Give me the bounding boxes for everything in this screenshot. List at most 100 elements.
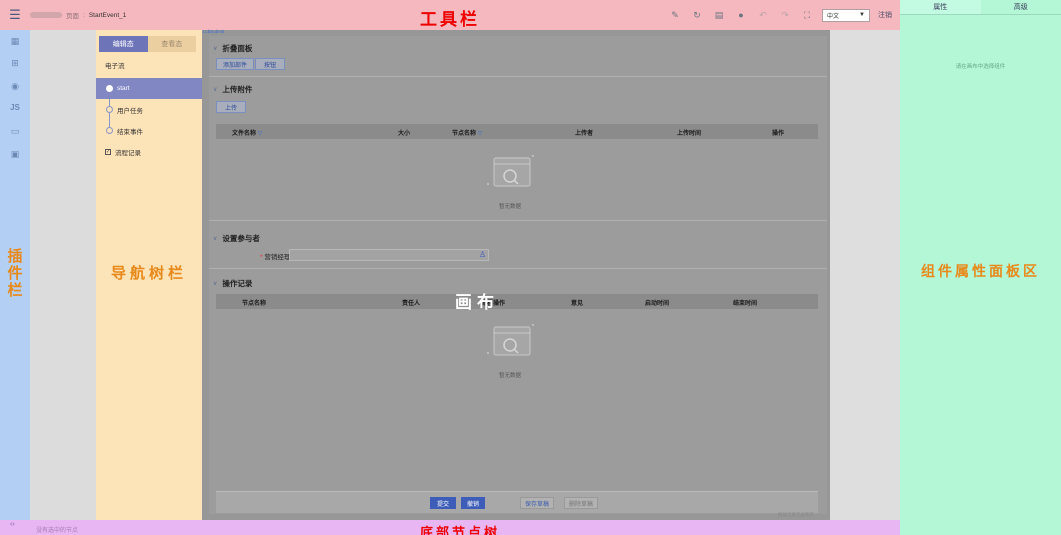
component-icon[interactable]: ▦: [0, 36, 30, 47]
undo-icon[interactable]: ↶: [756, 10, 770, 21]
col-opinion: 意见: [571, 301, 584, 307]
empty-box-icon: [487, 324, 534, 356]
tab-properties[interactable]: 属性: [900, 0, 981, 14]
col-start-time: 启动时间: [645, 301, 670, 307]
checkbox-icon: ✓: [105, 149, 111, 155]
divider: [209, 220, 827, 221]
plugin-bar-title-1: 插: [7, 248, 23, 265]
user-icon[interactable]: ♙: [479, 250, 486, 259]
filter-icon: ▽: [257, 131, 263, 137]
menu-icon[interactable]: ☰: [0, 7, 30, 23]
node-label: 用户任务: [117, 107, 143, 115]
col-file-name[interactable]: 文件名称 ▽: [232, 128, 262, 137]
records-header[interactable]: ∨ 操作记录: [213, 278, 252, 289]
save-draft-button[interactable]: 保存草稿: [520, 497, 554, 509]
drag-hint: 拖放元素至画布内: [778, 512, 814, 517]
app-name-blurred: [30, 12, 62, 18]
node-label: 结束事件: [117, 128, 143, 136]
js-plugin-button[interactable]: JS: [0, 103, 30, 112]
col-actions: 操作: [772, 131, 785, 137]
empty-text: 暂无数据: [498, 373, 521, 379]
redo-icon[interactable]: ↷: [778, 10, 792, 21]
language-value: 中文: [827, 13, 840, 20]
tab-edit-mode[interactable]: 编辑态: [99, 36, 148, 52]
process-record-item[interactable]: ✓ 流程记录: [105, 147, 141, 157]
properties-hint: 请在画布中选择组件: [955, 64, 1006, 70]
upload-button[interactable]: 上传: [216, 101, 246, 113]
divider: [209, 76, 827, 77]
app-root: ☰ 页面 : StartEvent_1 工具栏 ✎ ↻ ▤ ● ↶ ↷ ⛶ 中文…: [0, 0, 1061, 535]
col-node-name[interactable]: 节点名称 ▽: [452, 128, 482, 137]
col-size: 大小: [398, 131, 411, 137]
empty-box-icon: [487, 155, 534, 187]
toolbar: ☰ 页面 : StartEvent_1 工具栏 ✎ ↻ ▤ ● ↶ ↷ ⛶ 中文…: [0, 0, 900, 30]
language-select[interactable]: 中文 ▼: [822, 8, 870, 22]
col-owner: 责任人: [402, 301, 421, 307]
data-source-icon[interactable]: ◉: [0, 81, 30, 92]
template-icon[interactable]: ▣: [0, 149, 30, 160]
properties-panel: 属性 高级 请在画布中选择组件 组件属性面板区: [900, 0, 1061, 535]
col-upload-time: 上传时间: [677, 131, 702, 137]
breadcrumb-current: StartEvent_1: [88, 11, 127, 19]
settings-icon[interactable]: ●: [734, 10, 748, 20]
nav-tree-title: 导航树栏: [110, 265, 187, 282]
revoke-button[interactable]: 撤销: [461, 497, 485, 509]
breadcrumb-separator: :: [83, 11, 85, 19]
submit-button[interactable]: 提交: [430, 497, 456, 509]
add-part-button[interactable]: 添加部件: [216, 58, 254, 70]
upload-header[interactable]: ∨ 上传附件: [213, 84, 252, 95]
fold-panel-title: 折叠面板: [222, 44, 253, 53]
records-empty-state: 暂无数据: [480, 319, 540, 379]
node-list: start 用户任务 结束事件: [96, 78, 202, 141]
canvas-content[interactable]: ∨ 折叠面板 添加部件 按钮 ∨ 上传附件 上传 文件名称 ▽ 大小 节点名称 …: [209, 36, 827, 514]
records-table-header: 节点名称 责任人 流程操作 意见 启动时间 结束时间: [216, 294, 818, 309]
right-gutter: [830, 30, 900, 520]
nav-tabs: 编辑态 查看态: [99, 36, 196, 52]
bottom-tree-title: 底部节点树: [420, 525, 501, 535]
canvas-title: 画布: [455, 293, 499, 312]
code-icon[interactable]: ‹›: [10, 521, 15, 528]
fullscreen-icon[interactable]: ⛶: [800, 10, 814, 21]
plugin-bar: ▦ ⊞ ◉ JS ▭ ▣ 插 件 栏: [0, 30, 30, 520]
canvas-footer: 提交 撤销 保存草稿 删除草稿: [216, 491, 818, 513]
fold-panel-header[interactable]: ∨ 折叠面板: [213, 43, 252, 54]
toolbar-actions: ✎ ↻ ▤ ● ↶ ↷ ⛶ 中文 ▼ 注销: [668, 0, 892, 30]
refresh-icon[interactable]: ↻: [690, 10, 704, 21]
logout-link[interactable]: 注销: [878, 10, 892, 20]
node-user-task[interactable]: 用户任务: [96, 99, 202, 120]
tab-view-mode[interactable]: 查看态: [147, 36, 196, 52]
brush-icon[interactable]: ✎: [668, 10, 682, 21]
col-uploader: 上传者: [575, 131, 594, 137]
upload-empty-state: 暂无数据: [480, 150, 540, 210]
node-dot-icon: [106, 85, 113, 92]
records-title: 操作记录: [222, 279, 253, 288]
node-label: start: [117, 85, 130, 92]
col-node-name: 节点名称: [242, 301, 267, 307]
bottom-node-tree: ‹› 没有选中的节点 底部节点树: [0, 520, 900, 535]
chevron-down-icon: ∨: [213, 87, 218, 93]
upload-table-header: 文件名称 ▽ 大小 节点名称 ▽ 上传者 上传时间 操作: [216, 124, 818, 139]
left-gutter: [30, 30, 96, 520]
chevron-down-icon: ∨: [213, 236, 218, 242]
variable-icon[interactable]: ▭: [0, 126, 30, 137]
flow-name[interactable]: 电子流: [105, 60, 125, 70]
participants-header[interactable]: ∨ 设置参与者: [213, 233, 260, 244]
breadcrumb-page: 页面: [66, 13, 79, 20]
node-dot-icon: [106, 106, 113, 113]
plugin-bar-title-3: 栏: [7, 282, 23, 299]
tree-icon[interactable]: ⊞: [0, 58, 30, 69]
col-end-time: 结束时间: [733, 301, 758, 307]
button-component[interactable]: 按钮: [255, 58, 285, 70]
marketing-manager-input[interactable]: [289, 249, 489, 261]
save-icon[interactable]: ▤: [712, 10, 726, 21]
properties-tabs: 属性 高级: [900, 0, 1061, 15]
node-start[interactable]: start: [96, 78, 202, 99]
canvas: LcbSubmit ∨ 折叠面板 添加部件 按钮 ∨ 上传附件 上传 文件名称 …: [202, 29, 830, 520]
marketing-manager-label: * 营销经理: [260, 254, 291, 261]
node-end-event[interactable]: 结束事件: [96, 120, 202, 141]
divider: [209, 268, 827, 269]
tab-advanced[interactable]: 高级: [981, 0, 1061, 14]
delete-draft-button[interactable]: 删除草稿: [564, 497, 598, 509]
canvas-component-tag[interactable]: LcbSubmit: [203, 29, 224, 34]
toolbar-title: 工具栏: [420, 10, 480, 29]
